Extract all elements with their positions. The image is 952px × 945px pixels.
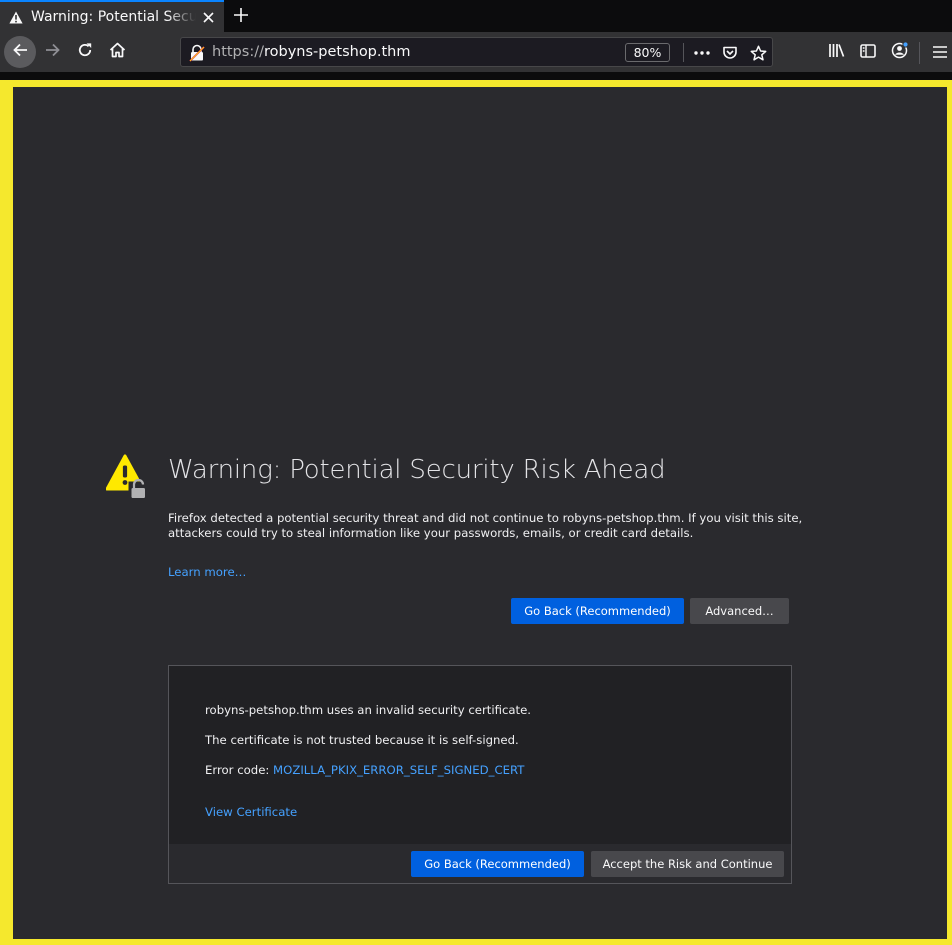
plus-icon [234, 7, 248, 26]
home-button[interactable] [101, 36, 133, 68]
view-certificate-link[interactable]: View Certificate [205, 805, 297, 819]
advanced-button[interactable]: Advanced… [690, 598, 789, 624]
close-icon[interactable] [200, 9, 216, 25]
security-warning-icon [105, 453, 154, 499]
page-title: Warning: Potential Security Risk Ahead [168, 455, 666, 485]
sidebar-icon [860, 43, 876, 62]
arrow-right-icon [45, 42, 61, 62]
account-button[interactable] [884, 36, 916, 68]
invalid-certificate-text: robyns-petshop.thm uses an invalid secur… [205, 703, 532, 717]
advanced-go-back-button[interactable]: Go Back (Recommended) [411, 851, 584, 877]
not-trusted-text: The certificate is not trusted because i… [205, 733, 519, 747]
star-icon[interactable] [749, 44, 767, 62]
sidebar-button[interactable] [852, 36, 884, 68]
url-text[interactable]: https://robyns-petshop.thm [212, 44, 411, 60]
toolbar-separator [919, 42, 920, 64]
warning-icon [8, 9, 24, 25]
content-area: Warning: Potential Security Risk Ahead F… [0, 80, 952, 945]
url-scheme: https:// [212, 44, 264, 60]
reload-button[interactable] [69, 36, 101, 68]
url-bar-separator [683, 43, 684, 62]
error-page: Warning: Potential Security Risk Ahead F… [13, 87, 947, 939]
forward-button[interactable] [37, 36, 69, 68]
home-icon [109, 42, 126, 62]
navigation-toolbar: https://robyns-petshop.thm 80% [0, 32, 952, 72]
library-icon [828, 43, 845, 62]
error-code-link[interactable]: MOZILLA_PKIX_ERROR_SELF_SIGNED_CERT [273, 763, 524, 777]
pocket-icon[interactable] [721, 44, 739, 62]
tab-title: Warning: Potential Security Risk Ahead [31, 9, 196, 25]
error-code-label: Error code: [205, 763, 274, 777]
url-bar[interactable]: https://robyns-petshop.thm 80% [180, 37, 773, 67]
library-button[interactable] [820, 36, 852, 68]
tab-active[interactable]: Warning: Potential Security Risk Ahead [0, 0, 224, 32]
url-host: robyns-petshop.thm [263, 44, 411, 60]
learn-more-link[interactable]: Learn more… [168, 565, 246, 579]
advanced-panel-footer: Go Back (Recommended) Accept the Risk an… [169, 844, 791, 883]
zoom-level-badge[interactable]: 80% [625, 43, 670, 62]
account-icon [891, 41, 909, 63]
menu-button[interactable] [924, 36, 952, 68]
ellipsis-icon[interactable] [693, 44, 711, 62]
browser-window: Warning: Potential Security Risk Ahead [0, 0, 952, 945]
arrow-left-icon [12, 42, 28, 62]
reload-icon [77, 42, 93, 62]
error-code-row: Error code: MOZILLA_PKIX_ERROR_SELF_SIGN… [205, 763, 524, 777]
hamburger-menu-icon [933, 43, 947, 62]
error-description: Firefox detected a potential security th… [168, 511, 803, 540]
accept-risk-button[interactable]: Accept the Risk and Continue [591, 851, 784, 877]
advanced-panel: robyns-petshop.thm uses an invalid secur… [168, 665, 792, 884]
new-tab-button[interactable] [230, 5, 252, 27]
insecure-lock-icon[interactable] [188, 44, 206, 62]
back-button[interactable] [4, 36, 36, 68]
go-back-button[interactable]: Go Back (Recommended) [511, 598, 684, 624]
tab-strip: Warning: Potential Security Risk Ahead [0, 0, 952, 32]
